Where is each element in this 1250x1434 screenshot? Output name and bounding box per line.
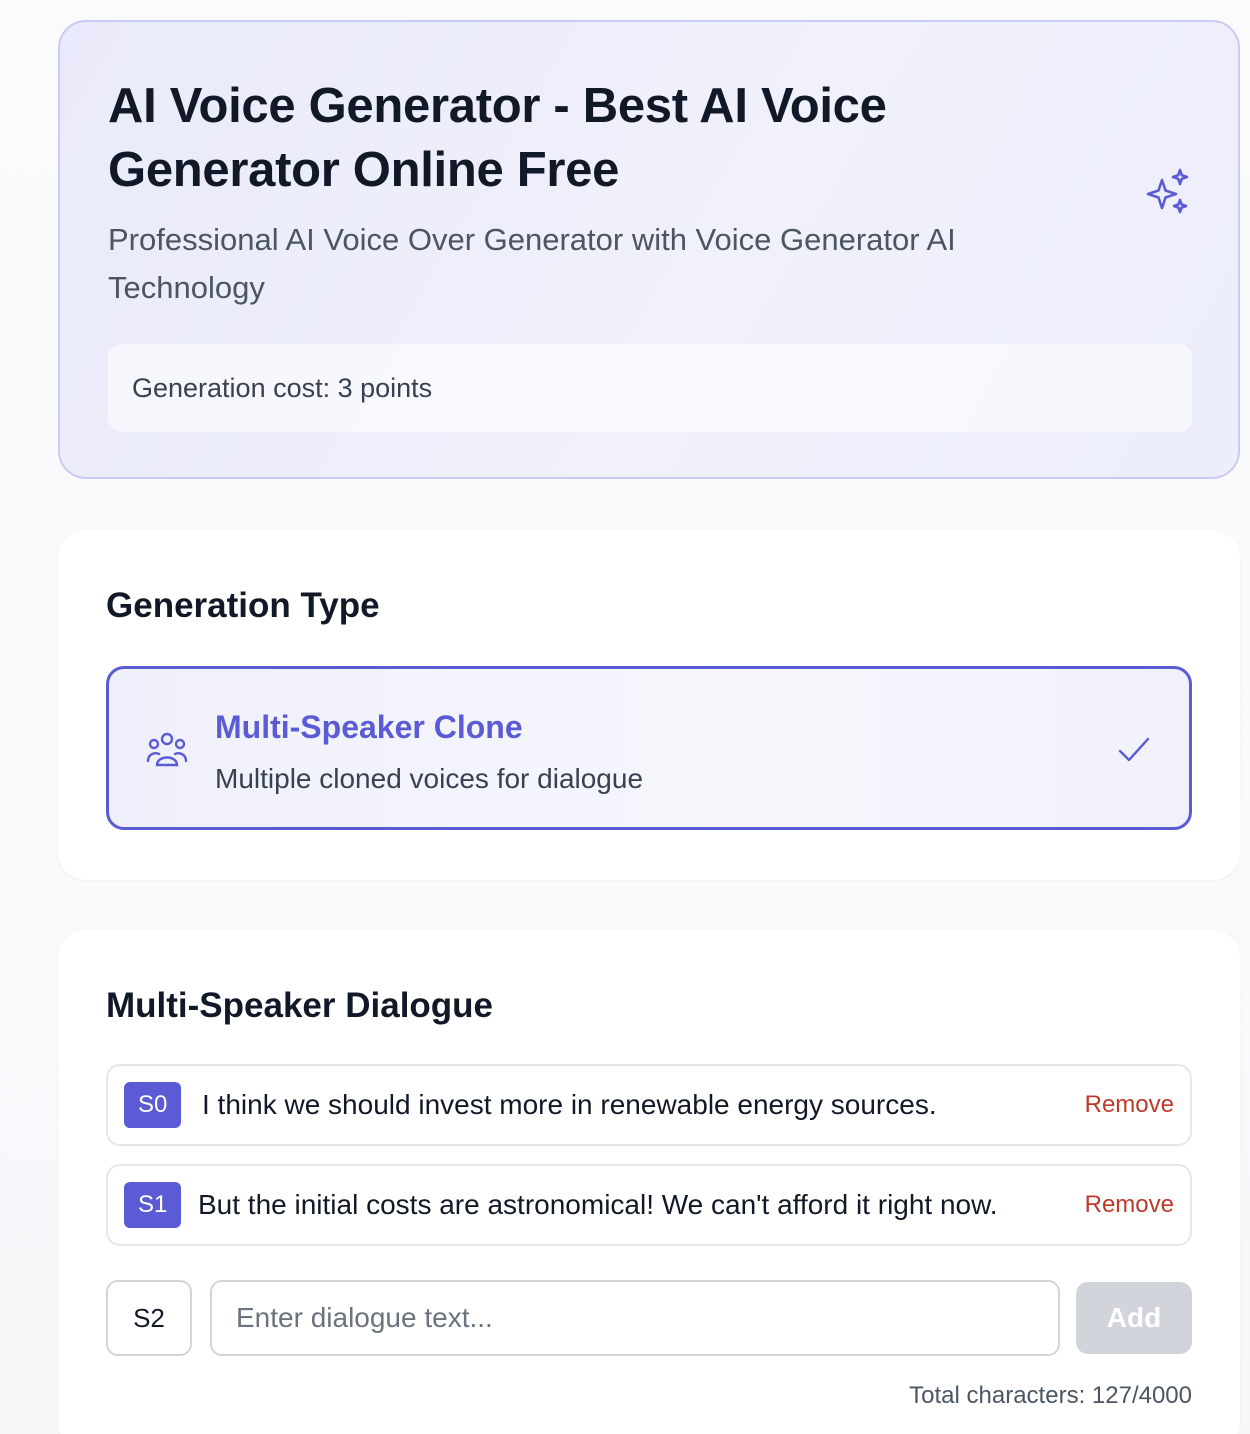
generation-cost: Generation cost: 3 points bbox=[108, 344, 1192, 432]
dialogue-line: S0 I think we should invest more in rene… bbox=[106, 1064, 1192, 1146]
generation-type-title: Generation Type bbox=[106, 586, 380, 625]
speaker-badge: S1 bbox=[124, 1182, 182, 1228]
speaker-select[interactable]: S2 bbox=[106, 1280, 192, 1356]
page-subtitle: Professional AI Voice Over Generator wit… bbox=[108, 222, 956, 305]
dialogue-text-input[interactable] bbox=[210, 1280, 1060, 1356]
sparkles-icon bbox=[1146, 168, 1189, 214]
type-option-name: Multi-Speaker Clone bbox=[215, 709, 523, 745]
speaker-badge: S0 bbox=[124, 1082, 182, 1128]
dialogue-line-text: I think we should invest more in renewab… bbox=[202, 1089, 937, 1120]
generation-type-card: Generation Type Multi-Speaker Clone Mult… bbox=[58, 530, 1240, 880]
type-option-multi-speaker-clone[interactable]: Multi-Speaker Clone Multiple cloned voic… bbox=[106, 666, 1192, 830]
add-line-button[interactable]: Add bbox=[1076, 1282, 1192, 1354]
hero-card: AI Voice Generator - Best AI Voice Gener… bbox=[58, 20, 1240, 479]
type-option-description: Multiple cloned voices for dialogue bbox=[215, 763, 644, 794]
remove-line-button[interactable]: Remove bbox=[1085, 1166, 1174, 1244]
check-icon bbox=[1118, 737, 1150, 762]
remove-line-button[interactable]: Remove bbox=[1085, 1066, 1174, 1144]
dialogue-card: Multi-Speaker Dialogue S0 I think we sho… bbox=[58, 930, 1240, 1434]
users-icon bbox=[146, 732, 188, 767]
character-count: Total characters: 127/4000 bbox=[909, 1382, 1192, 1409]
page-title: AI Voice Generator - Best AI Voice Gener… bbox=[108, 79, 887, 197]
dialogue-line-text: But the initial costs are astronomical! … bbox=[198, 1189, 998, 1220]
dialogue-line: S1 But the initial costs are astronomica… bbox=[106, 1164, 1192, 1246]
dialogue-title: Multi-Speaker Dialogue bbox=[106, 986, 494, 1025]
